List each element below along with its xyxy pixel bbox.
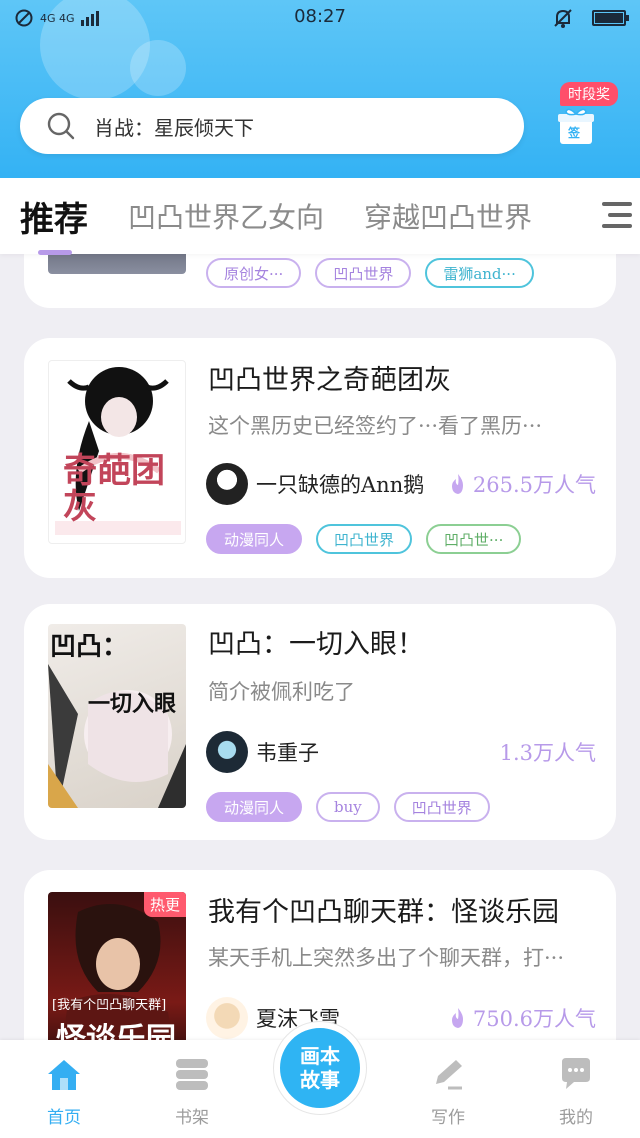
avatar[interactable] (206, 731, 248, 773)
story-tag[interactable]: 原创女··· (206, 258, 302, 288)
story-cover: 奇葩团灰 (48, 360, 186, 544)
tab-transmigration[interactable]: 穿越凹凸世界 (364, 196, 532, 236)
tabs-fade (540, 178, 600, 254)
story-tags: 动漫同人 buy 凹凸世界 (206, 792, 490, 822)
story-tag[interactable]: 动漫同人 (206, 792, 303, 822)
story-card[interactable]: 凹凸： 一切入眼 凹凸：一切入眼！ 简介被佩利吃了 韦重子 1.3万人气 动漫同… (24, 604, 616, 840)
story-tag[interactable]: 凹凸世··· (426, 524, 522, 554)
story-tag[interactable]: 凹凸世界 (393, 792, 490, 822)
author-row: 一只缺德的Ann鹅 265.5万人气 (206, 462, 596, 506)
story-title[interactable]: 凹凸：一切入眼！ (208, 622, 424, 661)
nav-mine-label: 我的 (559, 1108, 593, 1128)
author-name[interactable]: 一只缺德的Ann鹅 (256, 469, 424, 499)
story-card[interactable]: 奇葩团灰 凹凸世界之奇葩团灰 这个黑历史已经签约了···看了黑历··· 一只缺德… (24, 338, 616, 578)
story-title[interactable]: 我有个凹凸聊天群：怪谈乐园 (208, 890, 559, 929)
popularity-count: 750.6万人气 (472, 1007, 596, 1031)
fire-icon (451, 474, 463, 494)
checkin-label: 签 (568, 126, 581, 140)
nav-home[interactable]: 首页 (24, 1056, 104, 1128)
nav-write[interactable]: 写作 (408, 1056, 488, 1128)
author-row: 夏沫飞雪 750.6万人气 (206, 996, 596, 1040)
nav-mine[interactable]: 我的 (536, 1056, 616, 1128)
author-row: 韦重子 1.3万人气 (206, 730, 596, 774)
nav-home-label: 首页 (47, 1108, 81, 1128)
story-tag[interactable]: 凹凸世界 (315, 258, 412, 288)
cover-title-text: 奇葩团灰 (63, 451, 165, 527)
checkin-button[interactable]: 时段奖 签 (552, 82, 632, 152)
hot-update-badge: 热更 (143, 892, 186, 917)
story-description: 某天手机上突然多出了个聊天群，打··· (208, 946, 565, 970)
search-bar[interactable]: 肖战：星辰倾天下 (20, 98, 524, 154)
popularity: 1.3万人气 (500, 737, 596, 767)
center-button-line1: 画本 (300, 1044, 340, 1068)
tab-recommend[interactable]: 推荐 (20, 192, 88, 255)
app-header: 4G 4G 08:27 肖战：星辰倾天下 时段奖 签 (0, 0, 640, 178)
avatar[interactable] (206, 463, 248, 505)
checkin-reward-badge: 时段奖 (560, 82, 618, 106)
search-icon (47, 112, 75, 140)
story-tag[interactable]: 动漫同人 (206, 524, 303, 554)
author-name[interactable]: 韦重子 (256, 737, 319, 767)
picture-story-button[interactable]: 画本 故事 (274, 1022, 366, 1114)
search-hint-text: 肖战：星辰倾天下 (94, 115, 254, 140)
nav-write-label: 写作 (431, 1108, 465, 1128)
home-icon (48, 1060, 80, 1090)
story-tag[interactable]: buy (316, 792, 380, 822)
popularity: 750.6万人气 (449, 1003, 596, 1033)
story-tags: 原创女··· 凹凸世界 雷狮and··· (206, 258, 534, 288)
story-tags: 动漫同人 凹凸世界 凹凸世··· (206, 524, 522, 554)
avatar[interactable] (206, 997, 248, 1039)
story-cover: 凹凸： 一切入眼 (48, 624, 186, 808)
tab-otome[interactable]: 凹凸世界乙女向 (128, 196, 324, 236)
cover-title-text: 凹凸： (50, 632, 129, 662)
popularity: 265.5万人气 (449, 469, 596, 499)
pencil-icon (436, 1060, 462, 1090)
decor-bubble (130, 40, 186, 96)
popularity-count: 265.5万人气 (472, 473, 596, 497)
nav-bookshelf[interactable]: 书架 (152, 1056, 232, 1128)
category-tabs: 推荐 凹凸世界乙女向 穿越凹凸世界 (0, 178, 640, 255)
cover-subtitle-text: [我有个凹凸聊天群] (52, 998, 167, 1013)
center-button-line2: 故事 (300, 1068, 340, 1092)
story-title[interactable]: 凹凸世界之奇葩团灰 (208, 358, 451, 397)
bookshelf-icon (176, 1059, 208, 1090)
chat-bubble-icon (562, 1058, 590, 1089)
story-tag[interactable]: 雷狮and··· (425, 258, 534, 288)
story-description: 这个黑历史已经签约了···看了黑历··· (208, 414, 543, 438)
menu-icon[interactable] (602, 202, 632, 230)
story-description: 简介被佩利吃了 (208, 680, 355, 704)
popularity-count: 1.3万人气 (499, 741, 596, 765)
battery-icon (592, 10, 629, 26)
status-time: 08:27 (294, 6, 346, 27)
story-tag[interactable]: 凹凸世界 (316, 524, 413, 554)
cover-subtitle-text: 一切入眼 (88, 691, 177, 717)
nav-bookshelf-label: 书架 (175, 1108, 209, 1128)
status-bar: 4G 4G 08:27 (0, 0, 640, 36)
fire-icon (451, 1008, 463, 1028)
